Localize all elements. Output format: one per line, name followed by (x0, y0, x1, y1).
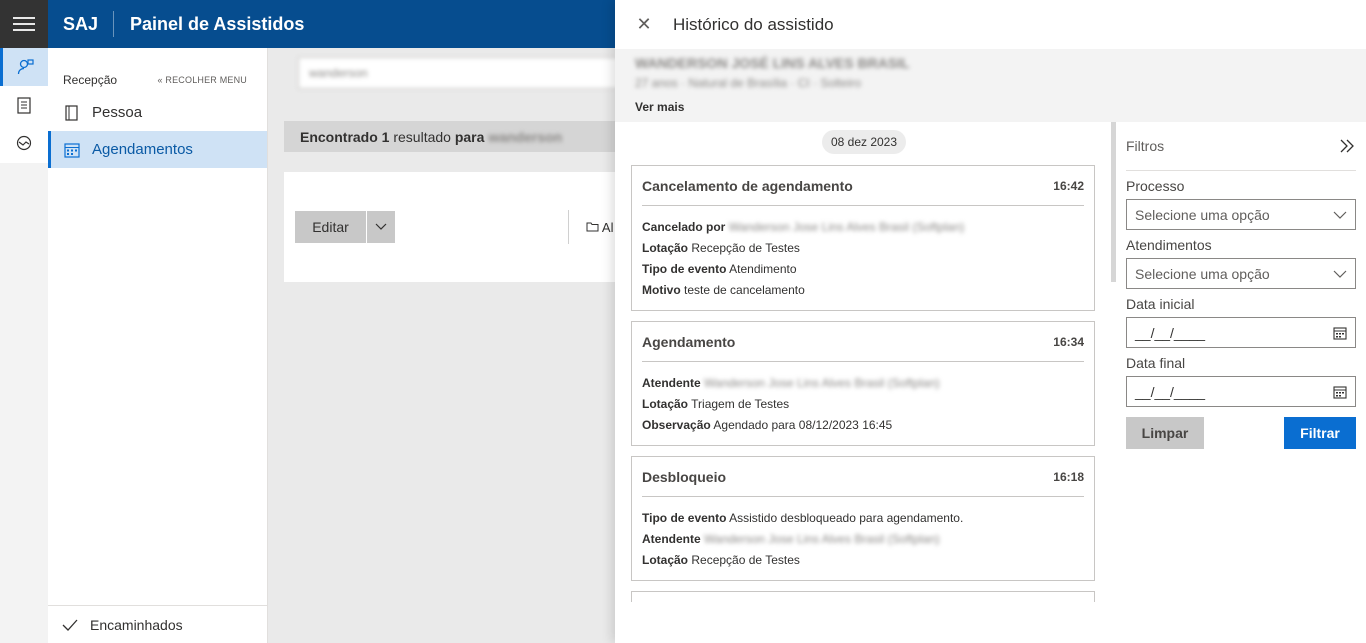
limpar-button[interactable]: Limpar (1126, 417, 1204, 449)
calendar-icon (64, 142, 80, 158)
sidebar-item-label: Agendamentos (92, 141, 193, 158)
event-time: 16:34 (1053, 334, 1084, 349)
folder-action[interactable]: Al (586, 220, 613, 235)
edit-button[interactable]: Editar (295, 211, 366, 243)
chevron-down-icon (1333, 270, 1347, 278)
close-icon[interactable]: ✕ (615, 14, 673, 35)
calendar-icon[interactable] (1333, 385, 1347, 399)
side-menu-title: Recepção (63, 73, 118, 87)
side-menu: Recepção « RECOLHER MENU Pessoa Agendame… (48, 48, 268, 643)
search-input[interactable]: wanderson (298, 57, 628, 89)
hamburger-menu-icon[interactable] (0, 0, 48, 48)
check-icon (62, 619, 78, 631)
event-card: Desbloqueio 16:18 Tipo de evento Assisti… (631, 456, 1095, 581)
event-time: 16:42 (1053, 178, 1084, 193)
brand-logo[interactable]: SAJ (63, 11, 115, 37)
double-chevron-right-icon[interactable] (1338, 139, 1356, 153)
ver-mais-link[interactable]: Ver mais (635, 100, 684, 114)
result-summary: Encontrado 1 resultado para wanderson (284, 121, 624, 152)
data-final-label: Data final (1126, 355, 1186, 371)
data-final-field[interactable]: __/__/____ (1126, 376, 1356, 407)
sidebar-item-agendamentos[interactable]: Agendamentos (48, 131, 267, 168)
book-icon (65, 104, 78, 121)
history-panel: ✕ Histórico do assistido WANDERSON JOSÉ … (615, 0, 1366, 643)
atendimentos-select[interactable]: Selecione uma opção (1126, 258, 1356, 289)
panel-title: Histórico do assistido (673, 14, 834, 34)
date-badge: 08 dez 2023 (822, 130, 906, 154)
atendimentos-label: Atendimentos (1126, 237, 1212, 253)
divider (568, 210, 569, 244)
icon-rail (0, 48, 48, 643)
chevron-down-icon (1333, 211, 1347, 219)
event-card: Agendamento 16:34 Atendente Wanderson Jo… (631, 321, 1095, 446)
processo-label: Processo (1126, 178, 1185, 194)
person-name: WANDERSON JOSÉ LINS ALVES BRASIL (635, 55, 910, 71)
search-term: wanderson (488, 129, 563, 145)
handshake-icon[interactable] (0, 124, 48, 162)
event-card: Cancelamento de agendamento 16:42 Cancel… (631, 165, 1095, 311)
chevron-down-icon (375, 223, 387, 230)
sidebar-footer-label: Encaminhados (90, 616, 183, 633)
folder-icon (586, 222, 599, 232)
history-timeline: 08 dez 2023 Cancelamento de agendamento … (615, 122, 1111, 602)
data-inicial-field[interactable]: __/__/____ (1126, 317, 1356, 348)
sidebar-item-encaminhados[interactable]: Encaminhados (48, 605, 268, 643)
top-bar: SAJ Painel de Assistidos (0, 0, 615, 48)
event-title: Agendamento (642, 333, 736, 350)
app-title: Painel de Assistidos (130, 13, 305, 34)
sidebar-item-label: Pessoa (92, 104, 143, 121)
person-details: 27 anos · Natural de Brasília · CI · Sol… (635, 76, 862, 90)
person-icon[interactable] (0, 48, 48, 86)
event-title: Cancelamento de agendamento (642, 177, 853, 194)
filters-panel: Filtros Processo Selecione uma opção Ate… (1126, 122, 1356, 449)
clipboard-icon[interactable] (0, 86, 48, 124)
result-card: Editar Al (284, 172, 624, 282)
edit-dropdown-button[interactable] (367, 211, 395, 243)
calendar-icon[interactable] (1333, 326, 1347, 340)
collapse-menu-link[interactable]: « RECOLHER MENU (157, 75, 247, 85)
data-inicial-label: Data inicial (1126, 296, 1195, 312)
scrollbar[interactable] (1111, 122, 1116, 282)
person-header: WANDERSON JOSÉ LINS ALVES BRASIL 27 anos… (615, 49, 1366, 122)
filtrar-button[interactable]: Filtrar (1284, 417, 1356, 449)
filters-title: Filtros (1126, 138, 1165, 154)
processo-select[interactable]: Selecione uma opção (1126, 199, 1356, 230)
event-card (631, 591, 1095, 602)
event-time: 16:18 (1053, 469, 1084, 484)
event-title: Desbloqueio (642, 468, 727, 485)
sidebar-item-pessoa[interactable]: Pessoa (48, 94, 267, 131)
